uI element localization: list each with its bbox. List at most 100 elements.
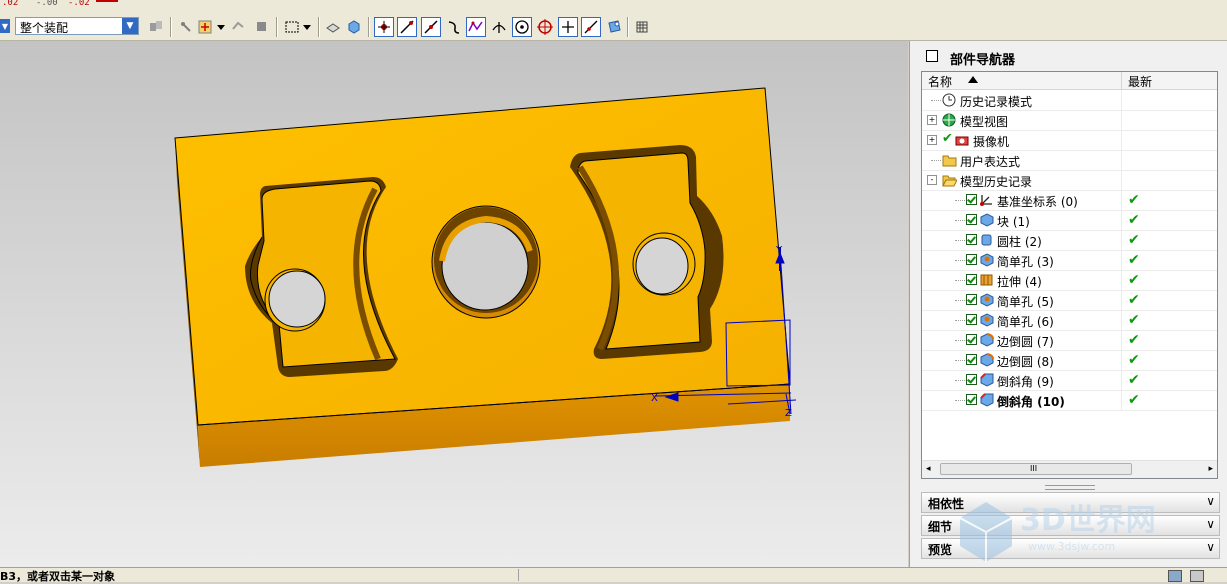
datum-csys-icon (979, 193, 994, 207)
tree-row[interactable]: 圆柱 (2) ✔ (922, 230, 1217, 251)
column-latest-header[interactable]: 最新 (1128, 73, 1152, 90)
latest-check-icon: ✔ (1128, 392, 1140, 408)
horizontal-scrollbar[interactable]: ◂ III ▸ (922, 460, 1217, 478)
tree-row[interactable]: 拉伸 (4) ✔ (922, 270, 1217, 291)
latest-check-icon: ✔ (1128, 372, 1140, 388)
tree-row-label: 用户表达式 (960, 155, 1021, 169)
tree-row-label: 边倒圆 (7) (997, 335, 1054, 349)
perpendicular-icon[interactable] (489, 17, 509, 37)
tree-row[interactable]: 边倒圆 (8) ✔ (922, 350, 1217, 371)
edge-blend-icon (979, 353, 994, 367)
column-name-header[interactable]: 名称 (928, 73, 952, 90)
axis-z-label: Z (785, 408, 792, 419)
tangent-icon[interactable] (581, 17, 601, 37)
feature-checkbox[interactable] (966, 214, 977, 225)
navigator-tree[interactable]: 名称 最新 历史记录模式 + 模型视图 + ✔ 摄像机 用户表达式 - 模型历史记录 基准坐标系 … (921, 71, 1218, 479)
scroll-grip: III (1030, 464, 1038, 473)
feature-checkbox[interactable] (966, 274, 977, 285)
rectangle-select-icon[interactable] (282, 17, 302, 37)
tree-row-label: 历史记录模式 (960, 95, 1033, 109)
toolbar-separator (368, 17, 370, 37)
expand-icon[interactable]: + (927, 135, 937, 145)
panel-title: 部件导航器 (950, 53, 1016, 68)
tree-row[interactable]: 倒斜角 (9) ✔ (922, 370, 1217, 391)
feature-checkbox[interactable] (966, 334, 977, 345)
tree-row[interactable]: 简单孔 (3) ✔ (922, 250, 1217, 271)
endpoint-icon[interactable] (374, 17, 394, 37)
collapse-arrow-icon[interactable]: ▼ (0, 19, 10, 33)
tree-row[interactable]: + ✔ 摄像机 (922, 130, 1217, 151)
existing-point-icon[interactable] (604, 17, 624, 37)
tree-row[interactable]: 历史记录模式 (922, 90, 1217, 111)
tree-row[interactable]: 倒斜角 (10) ✔ (922, 390, 1217, 411)
center-icon[interactable] (512, 17, 532, 37)
line-icon[interactable] (397, 17, 417, 37)
tree-row-label: 圆柱 (2) (997, 235, 1042, 249)
panel-restore-icon[interactable] (926, 50, 938, 62)
chevron-down-icon[interactable] (301, 17, 313, 37)
tree-row-label: 块 (1) (997, 215, 1030, 229)
tree-row[interactable]: 基准坐标系 (0) ✔ (922, 190, 1217, 211)
solid-body-icon[interactable] (344, 17, 364, 37)
tree-row-label: 倒斜角 (10) (997, 395, 1065, 409)
tree-row[interactable]: 用户表达式 (922, 150, 1217, 171)
feature-checkbox[interactable] (966, 374, 977, 385)
feature-checkbox[interactable] (966, 394, 977, 405)
tree-row-label: 边倒圆 (8) (997, 355, 1054, 369)
tree-row[interactable]: 简单孔 (6) ✔ (922, 310, 1217, 331)
part-icon[interactable] (228, 17, 248, 37)
tree-row-label: 简单孔 (3) (997, 255, 1054, 269)
tree-row-label: 拉伸 (4) (997, 275, 1042, 289)
toolbar-separator (276, 17, 278, 37)
edge-blend-icon (979, 333, 994, 347)
point-icon[interactable] (558, 17, 578, 37)
status-icon[interactable] (1190, 570, 1204, 582)
selection-filter-value: 整个装配 (20, 21, 69, 35)
tree-row[interactable]: + 模型视图 (922, 110, 1217, 131)
curve-icon[interactable] (444, 17, 464, 37)
expand-icon[interactable]: + (927, 115, 937, 125)
tree-row[interactable]: 块 (1) ✔ (922, 210, 1217, 231)
chevron-down-icon[interactable] (215, 17, 227, 37)
intersect-icon[interactable] (466, 17, 486, 37)
tree-row-label: 简单孔 (5) (997, 295, 1054, 309)
model-canvas[interactable]: Y X Z (0, 41, 908, 567)
tree-row[interactable]: - 模型历史记录 (922, 170, 1217, 191)
grid-icon[interactable] (632, 17, 652, 37)
sort-ascending-icon (968, 76, 978, 83)
snap-point-icon[interactable] (176, 17, 196, 37)
part-stack-icon[interactable] (252, 17, 272, 37)
feature-checkbox[interactable] (966, 354, 977, 365)
feature-checkbox[interactable] (966, 294, 977, 305)
selection-toolbar: ▼ 整个装配 ▼ (0, 13, 1227, 41)
status-icon[interactable] (1168, 570, 1182, 582)
faceted-body-icon[interactable] (323, 17, 343, 37)
right-hole (635, 237, 689, 295)
scroll-right-icon[interactable]: ▸ (1208, 464, 1213, 474)
quadrant-icon[interactable] (535, 17, 555, 37)
scroll-left-icon[interactable]: ◂ (926, 464, 931, 474)
top-red-line (96, 0, 118, 2)
feature-checkbox[interactable] (966, 314, 977, 325)
selection-filter-select[interactable]: 整个装配 ▼ (15, 17, 139, 35)
select-box-icon[interactable] (196, 17, 216, 37)
top-value-2: -.00 (36, 0, 58, 8)
visible-check-icon[interactable]: ✔ (942, 131, 953, 146)
tree-header: 名称 最新 (922, 72, 1217, 90)
assembly-icon[interactable] (146, 17, 166, 37)
tree-row[interactable]: 简单孔 (5) ✔ (922, 290, 1217, 311)
tree-row-label: 基准坐标系 (0) (997, 195, 1078, 209)
latest-check-icon: ✔ (1128, 192, 1140, 208)
feature-checkbox[interactable] (966, 254, 977, 265)
collapse-icon[interactable]: - (927, 175, 937, 185)
latest-check-icon: ✔ (1128, 292, 1140, 308)
tree-row[interactable]: 边倒圆 (7) ✔ (922, 330, 1217, 351)
graphics-viewport[interactable]: Y X Z (0, 41, 908, 567)
chevron-down-icon[interactable]: ▼ (122, 18, 138, 34)
axis-x-label: X (651, 393, 658, 404)
feature-checkbox[interactable] (966, 194, 977, 205)
midpoint-icon[interactable] (421, 17, 441, 37)
panel-header: 部件导航器 (924, 47, 1220, 68)
tree-connector (931, 160, 941, 162)
feature-checkbox[interactable] (966, 234, 977, 245)
